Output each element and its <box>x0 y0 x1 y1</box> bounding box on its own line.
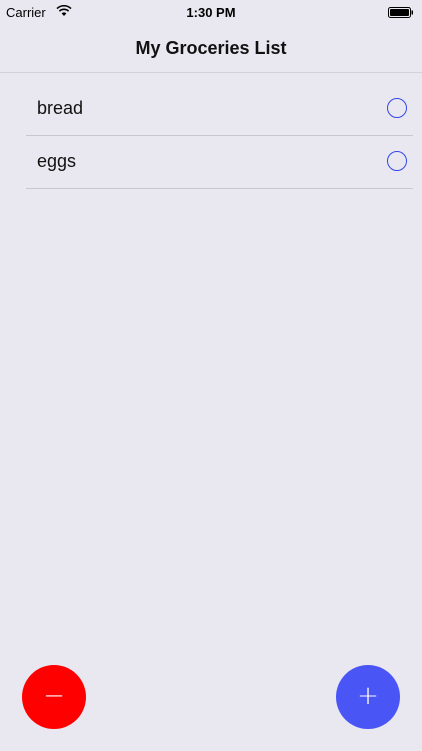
battery-icon <box>388 6 414 18</box>
item-label: eggs <box>37 151 77 171</box>
navigation-bar: My Groceries List <box>0 24 422 73</box>
remove-item-button[interactable]: − <box>22 665 86 729</box>
item-label: bread <box>37 98 84 118</box>
add-item-button[interactable]: + <box>336 665 400 729</box>
status-time: 1:30 PM <box>186 5 236 20</box>
list-item[interactable]: bread <box>26 83 413 136</box>
page-title: My Groceries List <box>135 38 287 58</box>
circle-check-icon[interactable] <box>387 151 407 171</box>
status-bar: Carrier 1:30 PM <box>0 0 422 24</box>
circle-check-icon[interactable] <box>387 98 407 118</box>
list-item[interactable]: eggs <box>26 136 413 189</box>
grocery-list: bread eggs <box>26 83 413 189</box>
